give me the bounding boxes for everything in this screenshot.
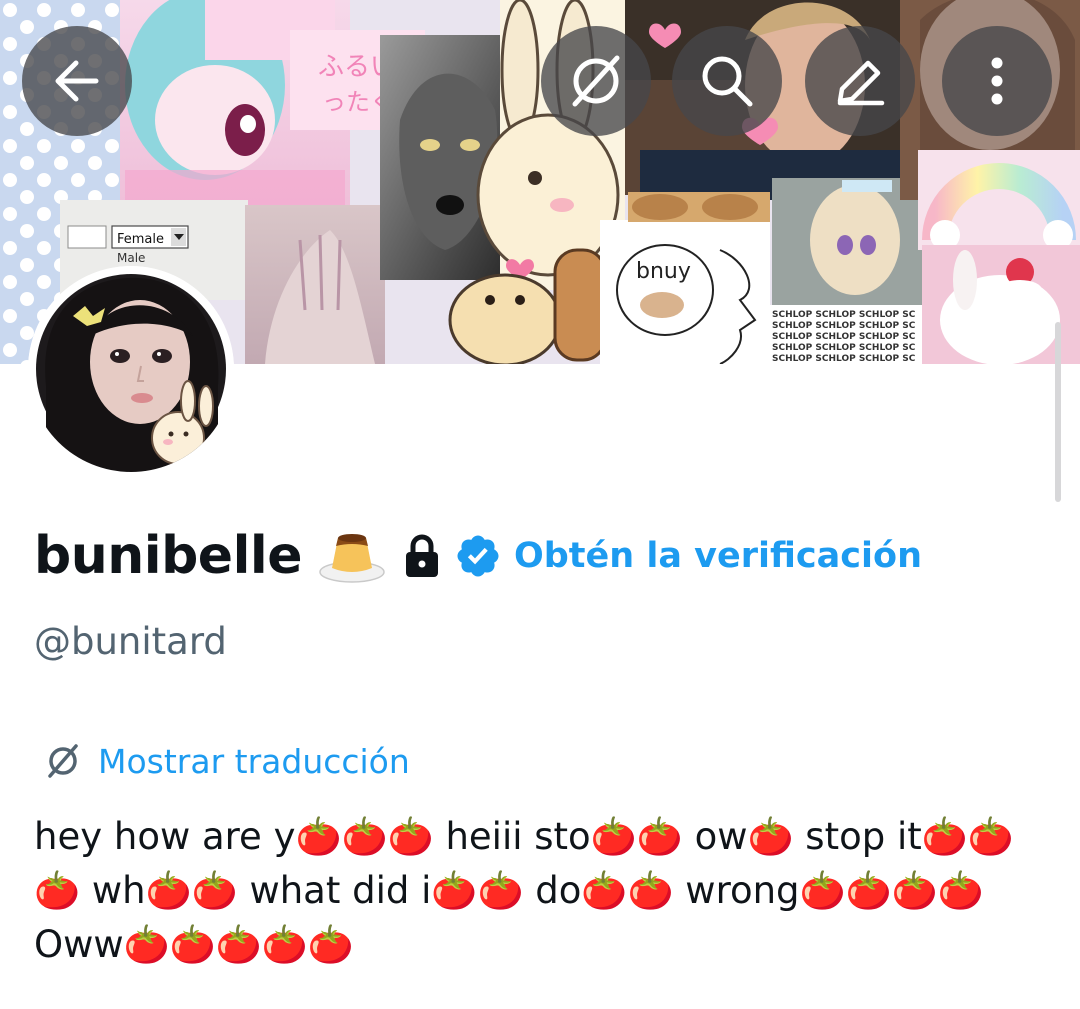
show-translation-link[interactable]: Mostrar traducción — [44, 736, 410, 786]
lock-icon — [406, 534, 438, 577]
svg-text:SCHLOP SCHLOP SCHLOP SC: SCHLOP SCHLOP SCHLOP SC — [772, 354, 916, 364]
profile-handle: @bunitard — [34, 620, 227, 663]
edit-button[interactable] — [805, 26, 915, 136]
profile-avatar[interactable] — [28, 266, 234, 472]
svg-text:SCHLOP SCHLOP SCHLOP SC: SCHLOP SCHLOP SCHLOP SC — [772, 343, 916, 353]
translate-icon — [48, 744, 78, 778]
show-translation-label: Mostrar traducción — [98, 741, 410, 781]
avatar-image — [28, 266, 234, 472]
banner-bnuy-text: bnuy — [636, 259, 691, 284]
search-icon — [702, 56, 753, 107]
translate-button[interactable] — [541, 26, 651, 136]
svg-text:Female: Female — [117, 232, 164, 247]
scrollbar[interactable] — [1055, 322, 1061, 502]
svg-text:SCHLOP SCHLOP SCHLOP SC: SCHLOP SCHLOP SCHLOP SC — [772, 310, 916, 320]
search-button[interactable] — [672, 26, 782, 136]
pudding-emoji — [319, 534, 385, 583]
more-options-button[interactable] — [942, 26, 1052, 136]
verified-badge-icon[interactable] — [454, 532, 502, 580]
svg-text:SCHLOP SCHLOP SCHLOP SC: SCHLOP SCHLOP SCHLOP SC — [772, 332, 916, 342]
translate-icon — [572, 55, 620, 107]
back-button[interactable] — [22, 26, 132, 136]
svg-text:Male: Male — [117, 251, 145, 265]
profile-bio: hey how are y🍅🍅🍅 heiii sto🍅🍅 ow🍅 stop it… — [34, 815, 1026, 966]
get-verified-link[interactable]: Obtén la verificación — [514, 536, 922, 576]
svg-text:SCHLOP SCHLOP SCHLOP SC: SCHLOP SCHLOP SCHLOP SC — [772, 321, 916, 331]
pencil-icon — [837, 60, 885, 106]
profile-name-row: bunibelle Obtén la verificación — [34, 516, 922, 596]
display-name: bunibelle — [34, 526, 303, 586]
more-vertical-icon — [991, 57, 1003, 105]
arrow-left-icon — [55, 60, 99, 102]
